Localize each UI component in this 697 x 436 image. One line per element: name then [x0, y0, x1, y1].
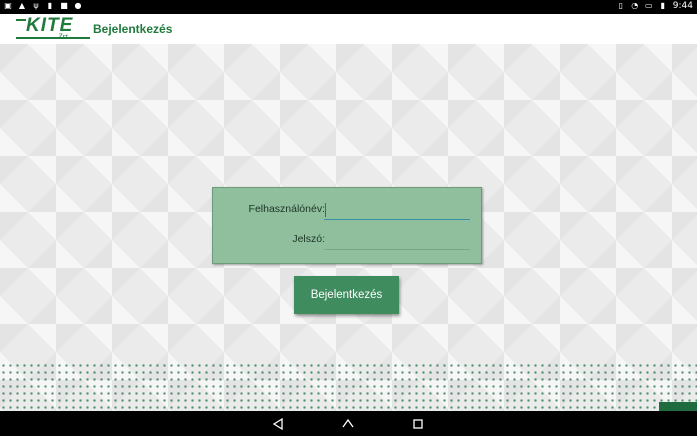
username-input[interactable]: [324, 200, 470, 220]
screen-off-icon: ▭: [645, 1, 653, 10]
login-button[interactable]: Bejelentkezés: [294, 276, 399, 314]
username-label: Felhasználónév:: [248, 203, 325, 215]
image-icon: ▣: [4, 1, 12, 10]
app-bar: KITE Zrt. Bejelentkezés: [0, 14, 697, 44]
recents-icon[interactable]: [411, 417, 425, 431]
navigation-bar: [0, 411, 697, 436]
warning-icon: ▲: [18, 1, 26, 10]
status-bar: ▣ ▲ ψ ▮ ■ ● ▯ ◔ ▭ ▮ 9:44: [0, 0, 697, 14]
logo-subtext: Zrt.: [58, 32, 70, 41]
logo-underline: [16, 37, 90, 39]
status-left-icons: ▣ ▲ ψ ▮ ■ ●: [4, 1, 82, 11]
status-right-icons: ▯ ◔ ▭ ▮ 9:44: [617, 1, 693, 11]
username-row: Felhasználónév:: [213, 200, 481, 220]
sd-card-icon: ▮: [47, 1, 53, 10]
status-time: 9:44: [672, 1, 693, 11]
password-input[interactable]: [324, 230, 470, 250]
battery-icon: ▮: [660, 1, 665, 10]
wifi-icon: ◔: [631, 1, 639, 10]
home-icon[interactable]: [341, 417, 355, 431]
dot-pattern-decoration: [0, 362, 697, 410]
password-row: Jelszó:: [213, 230, 481, 250]
lock-icon: ■: [60, 1, 68, 10]
login-form: Felhasználónév: Jelszó:: [212, 187, 482, 264]
usb-icon: ψ: [33, 1, 39, 10]
kite-logo: KITE Zrt.: [16, 15, 90, 42]
location-icon: ●: [74, 1, 82, 10]
back-icon[interactable]: [271, 417, 285, 431]
text-cursor: [325, 203, 326, 217]
logo-accent-line: [16, 19, 26, 21]
username-underline: [324, 219, 470, 220]
password-label: Jelszó:: [292, 233, 325, 245]
vibrate-icon: ▯: [618, 1, 623, 10]
corner-accent: [659, 402, 697, 411]
page-title: Bejelentkezés: [93, 22, 173, 36]
password-underline: [324, 249, 470, 250]
